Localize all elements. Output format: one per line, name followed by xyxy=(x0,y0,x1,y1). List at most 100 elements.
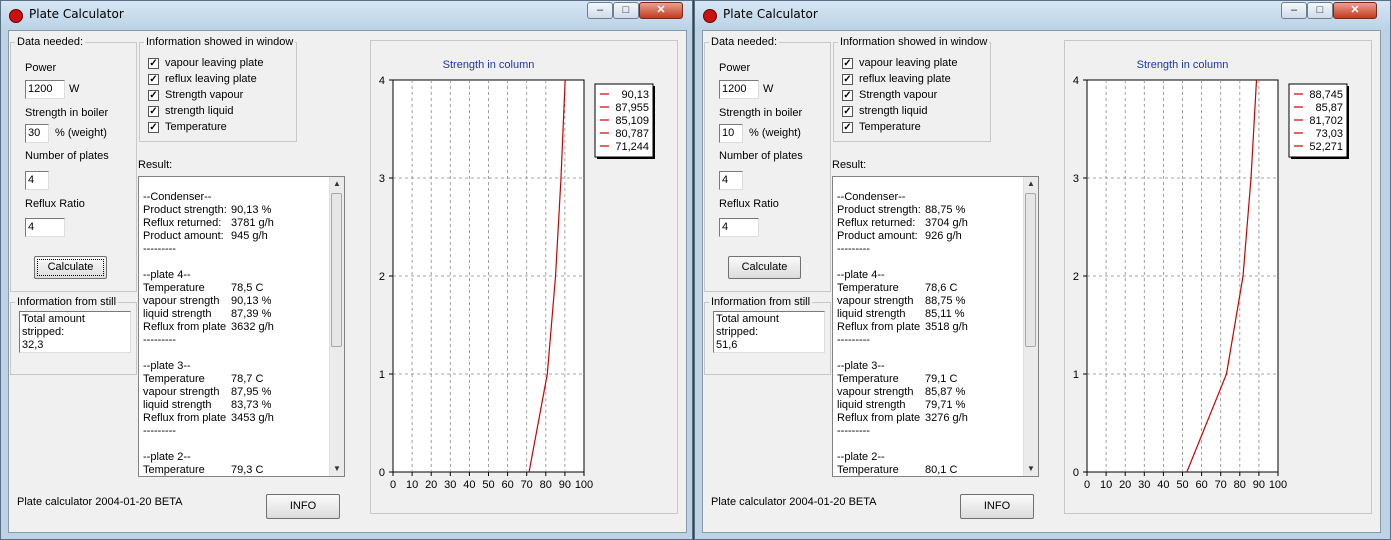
scroll-down-arrow[interactable]: ▼ xyxy=(330,462,344,476)
maximize-button[interactable]: □ xyxy=(1307,2,1333,19)
chart-title: Strength in column xyxy=(1137,59,1229,71)
vapour-leaving-label: vapour leaving plate xyxy=(165,57,264,69)
result-box[interactable]: --Condenser-- Product strength: 90,13 % Ref… xyxy=(138,176,345,477)
reflux-field[interactable]: 4 xyxy=(25,218,65,237)
temperature-checkbox[interactable]: ✓ xyxy=(148,122,159,133)
result-line-label: vapour strength xyxy=(837,295,914,307)
x-tick-label: 10 xyxy=(1100,479,1112,491)
result-line-label: --------- xyxy=(143,334,176,346)
x-tick-label: 90 xyxy=(1253,479,1265,491)
result-line-label: Reflux returned: xyxy=(837,217,916,229)
still-info-line-2: 51,6 xyxy=(716,339,738,351)
x-tick-label: 50 xyxy=(482,479,494,491)
reflux-leaving-checkbox[interactable]: ✓ xyxy=(842,74,853,85)
scroll-up-arrow[interactable]: ▲ xyxy=(1024,177,1038,191)
temperature-checkbox[interactable]: ✓ xyxy=(842,122,853,133)
window-title: Plate Calculator xyxy=(723,7,818,21)
still-info-legend: Information from still xyxy=(709,296,813,308)
reflux-leaving-checkbox[interactable]: ✓ xyxy=(148,74,159,85)
result-line-label: Temperature xyxy=(837,464,899,476)
strength-liquid-checkbox[interactable]: ✓ xyxy=(148,106,159,117)
result-line-value: 90,13 % xyxy=(231,295,272,307)
legend-label: 80,787 xyxy=(615,128,649,140)
x-tick-label: 100 xyxy=(1269,479,1287,491)
strength-vapour-checkbox[interactable]: ✓ xyxy=(842,90,853,101)
still-info-line-2: 32,3 xyxy=(22,339,44,351)
footer-text: Plate calculator 2004-01-20 BETA xyxy=(711,496,877,508)
vapour-leaving-checkbox[interactable]: ✓ xyxy=(148,58,159,69)
y-tick-label: 4 xyxy=(1073,75,1079,87)
result-line-value: 3632 g/h xyxy=(231,321,274,333)
result-line-value: 88,75 % xyxy=(925,204,966,216)
x-tick-label: 20 xyxy=(1119,479,1131,491)
still-info-line-1: Total amount stripped: xyxy=(22,313,85,338)
calculate-button[interactable]: Calculate xyxy=(34,256,107,279)
result-line-value: 79,71 % xyxy=(925,399,966,411)
close-button[interactable]: ✕ xyxy=(1333,2,1377,19)
strength-liquid-label: strength liquid xyxy=(165,105,234,117)
reflux-label: Reflux Ratio xyxy=(25,198,85,210)
info-button[interactable]: INFO xyxy=(266,494,340,519)
plates-label: Number of plates xyxy=(719,150,803,162)
legend-label: 88,745 xyxy=(1309,89,1343,101)
strength-liquid-checkbox[interactable]: ✓ xyxy=(842,106,853,117)
strength-liquid-label: strength liquid xyxy=(859,105,928,117)
vapour-leaving-checkbox[interactable]: ✓ xyxy=(842,58,853,69)
x-tick-label: 90 xyxy=(559,479,571,491)
result-line-value: 3781 g/h xyxy=(231,217,274,229)
result-scrollbar[interactable]: ▲ ▼ xyxy=(1023,177,1038,476)
still-info-group: Information from still Total amount stri… xyxy=(10,296,137,375)
scroll-thumb[interactable] xyxy=(331,193,342,347)
close-button[interactable]: ✕ xyxy=(639,2,683,19)
info-button[interactable]: INFO xyxy=(960,494,1034,519)
result-line-label: Reflux from plate xyxy=(837,321,921,333)
result-line-label: liquid strength xyxy=(143,308,212,320)
result-line-label: --------- xyxy=(837,425,870,437)
strength-field[interactable]: 30 xyxy=(25,124,49,143)
title-bar[interactable]: Plate Calculator – □ ✕ xyxy=(1,1,692,29)
maximize-button[interactable]: □ xyxy=(613,2,639,19)
power-field[interactable]: 1200 xyxy=(25,80,65,99)
power-field[interactable]: 1200 xyxy=(719,80,759,99)
info-window-group: Information showed in window ✓ vapour le… xyxy=(139,36,297,142)
scroll-up-arrow[interactable]: ▲ xyxy=(330,177,344,191)
minimize-button[interactable]: – xyxy=(587,2,613,19)
minimize-button[interactable]: – xyxy=(1281,2,1307,19)
result-line-value: 79,3 C xyxy=(231,464,264,476)
plates-field[interactable]: 4 xyxy=(25,171,49,190)
result-line-value: 78,6 C xyxy=(925,282,958,294)
power-label: Power xyxy=(719,62,751,74)
plates-label: Number of plates xyxy=(25,150,109,162)
reflux-leaving-label: reflux leaving plate xyxy=(859,73,951,85)
temperature-label: Temperature xyxy=(165,121,227,133)
calculate-button[interactable]: Calculate xyxy=(728,256,801,279)
x-tick-label: 70 xyxy=(521,479,533,491)
y-tick-label: 2 xyxy=(379,271,385,283)
result-line-label: vapour strength xyxy=(837,386,914,398)
strength-vapour-checkbox[interactable]: ✓ xyxy=(148,90,159,101)
plates-field[interactable]: 4 xyxy=(719,171,743,190)
result-line-label: Reflux from plate xyxy=(837,412,921,424)
result-line-value: 78,7 C xyxy=(231,373,264,385)
result-scrollbar[interactable]: ▲ ▼ xyxy=(329,177,344,476)
result-line-label: --Condenser-- xyxy=(837,191,906,203)
result-line-value: 945 g/h xyxy=(231,230,268,242)
title-bar[interactable]: Plate Calculator – □ ✕ xyxy=(695,1,1390,29)
scroll-thumb[interactable] xyxy=(1025,193,1036,347)
x-tick-label: 40 xyxy=(1157,479,1169,491)
result-box[interactable]: --Condenser-- Product strength: 88,75 % Ref… xyxy=(832,176,1039,477)
plate-calculator-window-2: Plate Calculator – □ ✕ Data needed: Powe… xyxy=(694,0,1391,540)
result-label: Result: xyxy=(832,159,867,171)
y-tick-label: 3 xyxy=(379,173,385,185)
still-info-legend: Information from still xyxy=(15,296,119,308)
scroll-down-arrow[interactable]: ▼ xyxy=(1024,462,1038,476)
legend-label: 87,955 xyxy=(615,102,649,114)
result-line-label: Temperature xyxy=(837,373,899,385)
result-line-label: Product strength: xyxy=(143,204,227,216)
reflux-label: Reflux Ratio xyxy=(719,198,779,210)
strength-field[interactable]: 10 xyxy=(719,124,743,143)
strength-unit: % (weight) xyxy=(749,127,801,139)
reflux-field[interactable]: 4 xyxy=(719,218,759,237)
power-unit: W xyxy=(69,83,80,95)
result-line-value: 3518 g/h xyxy=(925,321,968,333)
